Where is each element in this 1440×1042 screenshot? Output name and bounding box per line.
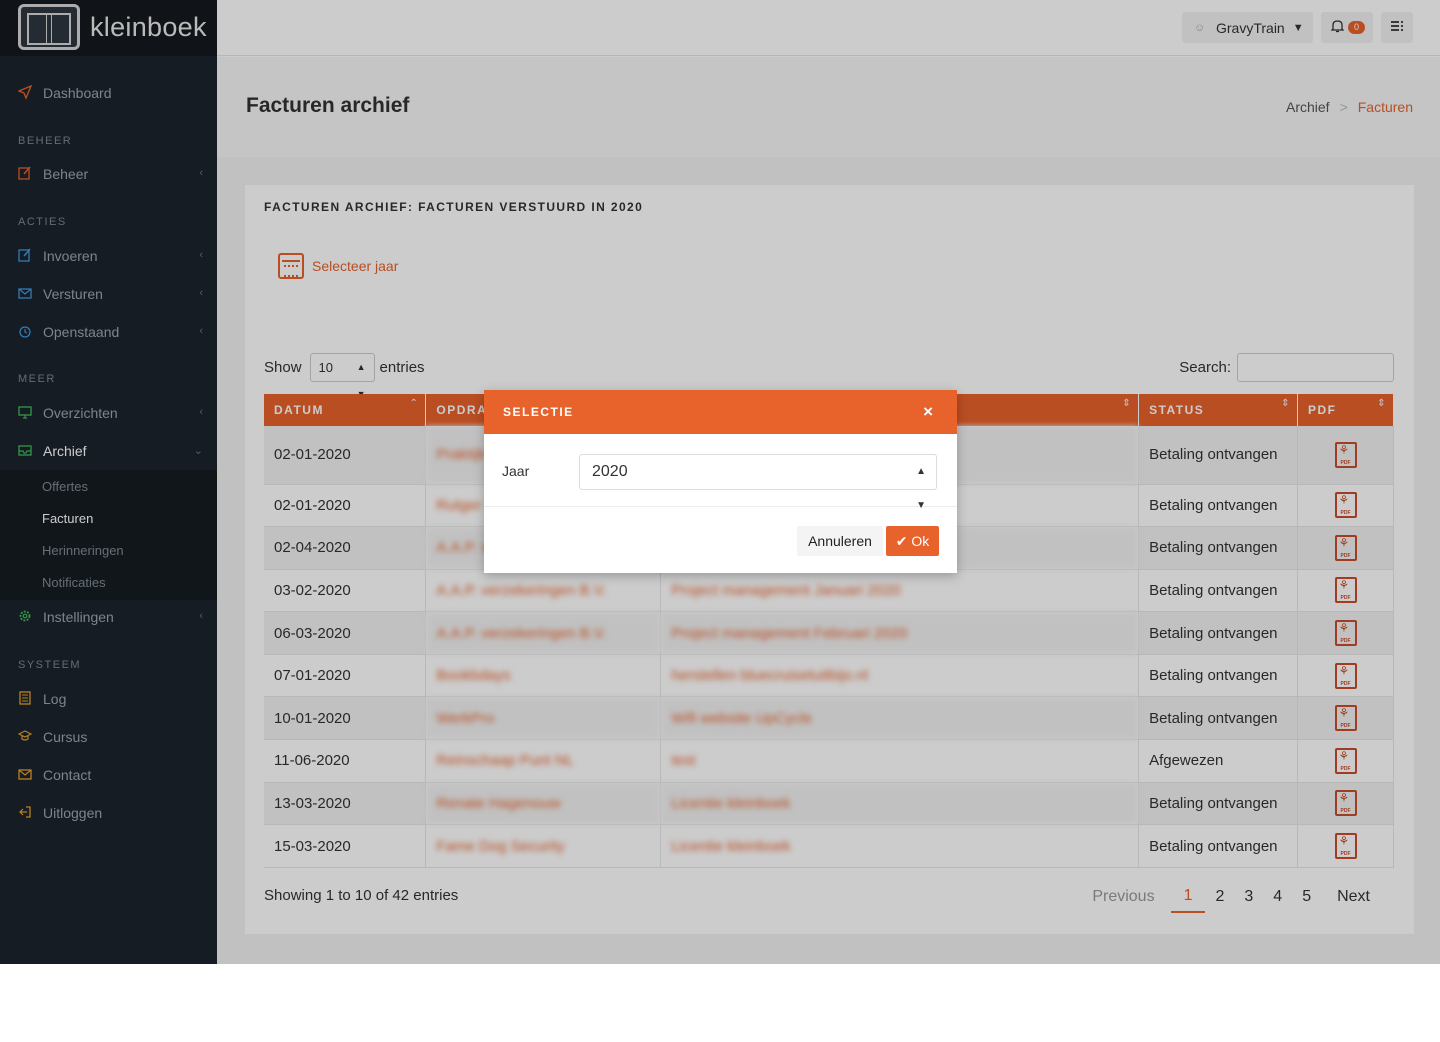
ok-button[interactable]: ✔ Ok <box>886 526 939 556</box>
ok-label: Ok <box>911 533 930 549</box>
modal-footer: Annuleren ✔ Ok <box>484 507 957 573</box>
close-icon[interactable]: × <box>923 402 933 422</box>
jaar-select[interactable]: 2020 ▲ ▼ <box>579 454 937 511</box>
selectie-modal: SELECTIE × Jaar 2020 ▲ ▼ Annuleren ✔ Ok <box>484 390 957 573</box>
jaar-value: 2020 <box>592 463 628 480</box>
modal-body: Jaar 2020 ▲ ▼ <box>484 434 957 511</box>
modal-header: SELECTIE × <box>484 390 957 434</box>
check-icon: ✔ <box>895 533 908 549</box>
jaar-label: Jaar <box>502 463 530 479</box>
cancel-button[interactable]: Annuleren <box>797 526 883 556</box>
modal-title: SELECTIE <box>503 405 574 419</box>
